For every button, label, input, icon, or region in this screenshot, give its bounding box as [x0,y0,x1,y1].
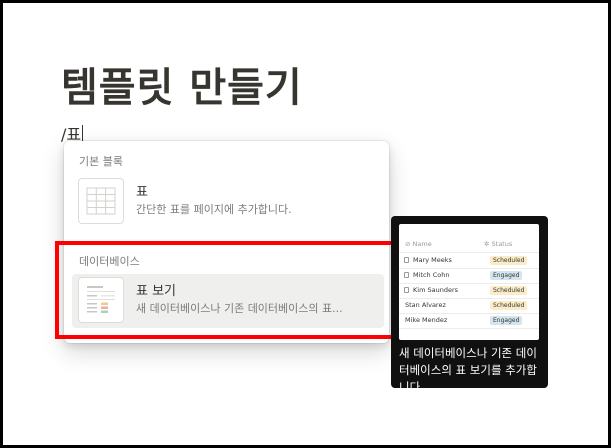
column-header-status: ✲ Status [484,240,513,248]
page-icon [404,272,409,278]
page-icon [404,287,409,293]
menu-item-description: 간단한 표를 페이지에 추가합니다. [136,203,292,216]
section-header-database: 데이터베이스 [79,255,140,268]
status-badge: Scheduled [490,286,528,295]
table-row: Mary Meeks Scheduled [399,253,539,269]
menu-item-title: 표 보기 [136,284,177,299]
menu-item-table[interactable]: 표 간단한 표를 페이지에 추가합니다. [72,175,384,229]
menu-item-table-view[interactable]: 표 보기 새 데이터베이스나 기존 데이터베이스의 표... [72,274,384,328]
preview-tooltip: ⊘ Name ✲ Status Mary Meeks Scheduled Mit… [391,216,548,394]
table-view-icon [78,277,124,323]
preview-table-header: ⊘ Name ✲ Status [399,238,539,253]
page-title[interactable]: 템플릿 만들기 [61,55,303,113]
table-row: Mike Mendez Engaged [399,313,539,329]
table-row: Stan Alvarez Scheduled [399,298,539,314]
status-badge: Scheduled [490,301,528,310]
column-header-name: ⊘ Name [405,240,432,248]
menu-item-title: 표 [136,185,148,200]
table-block-icon [78,178,124,224]
status-badge: Scheduled [490,256,528,265]
table-row: Kim Saunders Scheduled [399,283,539,299]
preview-description: 새 데이터베이스나 기존 데이터베이스의 표 보기를 추가합니다. [399,346,537,394]
menu-item-description: 새 데이터베이스나 기존 데이터베이스의 표... [136,302,343,315]
slash-command-menu: 기본 블록 표 간단한 표를 페이지에 추가합니다. 데이터베이스 표 보기 새… [64,141,389,343]
table-row: Mitch Cohn Engaged [399,268,539,284]
status-badge: Engaged [490,316,523,325]
section-header-basic-blocks: 기본 블록 [79,155,123,168]
page-icon [404,257,409,263]
preview-image: ⊘ Name ✲ Status Mary Meeks Scheduled Mit… [399,224,539,340]
status-badge: Engaged [490,271,523,280]
